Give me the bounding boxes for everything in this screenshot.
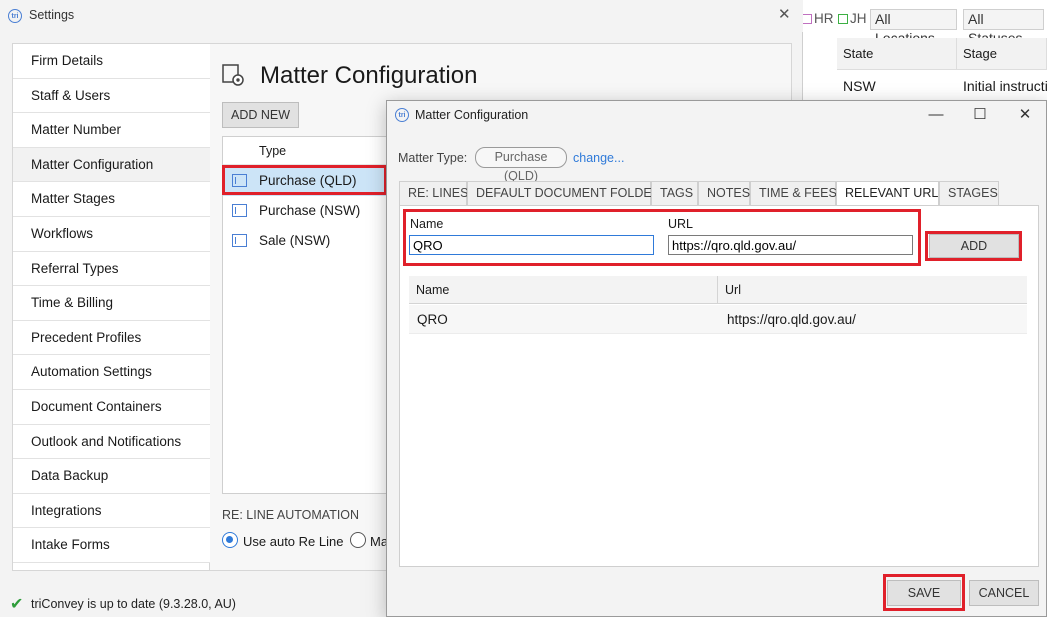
nav-item-document-containers[interactable]: Document Containers <box>13 390 210 425</box>
dialog-title: Matter Configuration <box>415 108 529 122</box>
triconvey-logo-icon: tri <box>8 9 22 23</box>
add-new-button[interactable]: ADD NEW <box>222 102 299 128</box>
add-url-button[interactable]: ADD <box>929 234 1019 258</box>
matter-type-icon <box>232 234 247 247</box>
nav-item-integrations[interactable]: Integrations <box>13 493 210 529</box>
save-button[interactable]: SAVE <box>887 580 961 606</box>
list-item-purchase-nsw[interactable]: Purchase (NSW) <box>223 196 389 226</box>
nav-item-precedent-profiles[interactable]: Precedent Profiles <box>13 320 210 356</box>
list-item-purchase-qld[interactable]: Purchase (QLD) <box>223 166 389 196</box>
matter-type-value: Purchase (QLD) <box>475 147 567 183</box>
matter-type-list: Type Purchase (QLD) Purchase (NSW) Sale … <box>222 136 390 494</box>
tab-default-document-folders[interactable]: DEFAULT DOCUMENT FOLDERS <box>467 181 669 205</box>
settings-nav: Firm Details Staff & Users Matter Number… <box>12 43 210 571</box>
column-header-state[interactable]: State <box>837 38 957 70</box>
column-header-stage[interactable]: Stage <box>957 38 1047 70</box>
dialog-logo-icon: tri <box>395 108 409 122</box>
list-item-label: Purchase (NSW) <box>259 203 361 218</box>
all-statuses-filter[interactable]: All Statuses <box>963 9 1044 46</box>
grid-header-url[interactable]: Url <box>718 276 1027 304</box>
nav-item-matter-number[interactable]: Matter Number <box>13 113 210 148</box>
hr-color-square <box>802 14 812 25</box>
nav-item-intake-forms[interactable]: Intake Forms <box>13 528 210 563</box>
tab-time-fees[interactable]: TIME & FEES <box>750 181 837 205</box>
chip-hr[interactable]: HR <box>802 9 834 29</box>
nav-item-staff-users[interactable]: Staff & Users <box>13 78 210 114</box>
matter-type-label: Matter Type: <box>398 151 468 165</box>
manual-re-line-radio[interactable] <box>350 532 366 548</box>
nav-item-referral-types[interactable]: Referral Types <box>13 251 210 287</box>
grid-cell-url: https://qro.qld.gov.au/ <box>727 312 856 327</box>
matter-type-icon <box>232 174 247 187</box>
settings-close-icon[interactable]: ✕ <box>778 5 791 23</box>
list-item-label: Sale (NSW) <box>259 233 331 248</box>
all-locations-filter[interactable]: All Locations <box>870 9 957 46</box>
up-to-date-check-icon: ✔ <box>10 596 24 613</box>
nav-item-matter-stages[interactable]: Matter Stages <box>13 182 210 217</box>
list-item-sale-nsw[interactable]: Sale (NSW) <box>223 226 389 256</box>
list-item-label: Purchase (QLD) <box>259 173 357 188</box>
maximize-icon[interactable]: ☐ <box>958 101 1002 129</box>
settings-titlebar: tri Settings ✕ <box>0 0 803 32</box>
change-link[interactable]: change... <box>573 151 624 165</box>
cell-state: NSW <box>843 78 876 94</box>
chip-jh-label: JH <box>850 11 867 26</box>
dialog-close-icon[interactable]: ✕ <box>1003 101 1047 129</box>
nav-item-outlook-notifications[interactable]: Outlook and Notifications <box>13 424 210 460</box>
cell-stage: Initial instructio <box>963 78 1047 94</box>
nav-item-workflows[interactable]: Workflows <box>13 217 210 252</box>
nav-item-data-backup[interactable]: Data Backup <box>13 459 210 494</box>
minimize-icon[interactable]: — <box>914 101 958 129</box>
use-auto-re-line-label[interactable]: Use auto Re Line <box>243 534 343 549</box>
grid-header-name[interactable]: Name <box>409 276 718 304</box>
nav-item-matter-configuration[interactable]: Matter Configuration <box>13 147 210 183</box>
nav-item-firm-details[interactable]: Firm Details <box>13 44 210 79</box>
settings-title: Settings <box>29 8 75 22</box>
cancel-button[interactable]: CANCEL <box>969 580 1039 606</box>
name-input[interactable] <box>409 235 654 255</box>
url-input[interactable] <box>668 235 913 255</box>
tab-relevant-urls[interactable]: RELEVANT URLS <box>836 181 947 206</box>
chip-jh[interactable]: JH <box>838 9 867 29</box>
url-label: URL <box>668 217 694 231</box>
tab-stages[interactable]: STAGES <box>939 181 999 205</box>
matter-configuration-gear-icon <box>222 64 244 86</box>
tab-tags[interactable]: TAGS <box>651 181 698 205</box>
use-auto-re-line-radio[interactable] <box>222 532 238 548</box>
matter-type-icon <box>232 204 247 217</box>
nav-item-automation-settings[interactable]: Automation Settings <box>13 355 210 390</box>
type-column-header[interactable]: Type <box>223 137 389 165</box>
name-label: Name <box>410 217 444 231</box>
tab-notes[interactable]: NOTES <box>698 181 750 205</box>
chip-hr-label: HR <box>814 11 834 26</box>
re-line-automation-label: RE: LINE AUTOMATION <box>222 508 360 522</box>
tab-re-lines[interactable]: RE: LINES <box>399 181 468 205</box>
nav-item-time-billing[interactable]: Time & Billing <box>13 286 210 321</box>
page-title: Matter Configuration <box>260 62 478 89</box>
jh-color-square <box>838 14 848 25</box>
grid-cell-name: QRO <box>417 312 448 327</box>
status-text: triConvey is up to date (9.3.28.0, AU) <box>31 597 236 611</box>
